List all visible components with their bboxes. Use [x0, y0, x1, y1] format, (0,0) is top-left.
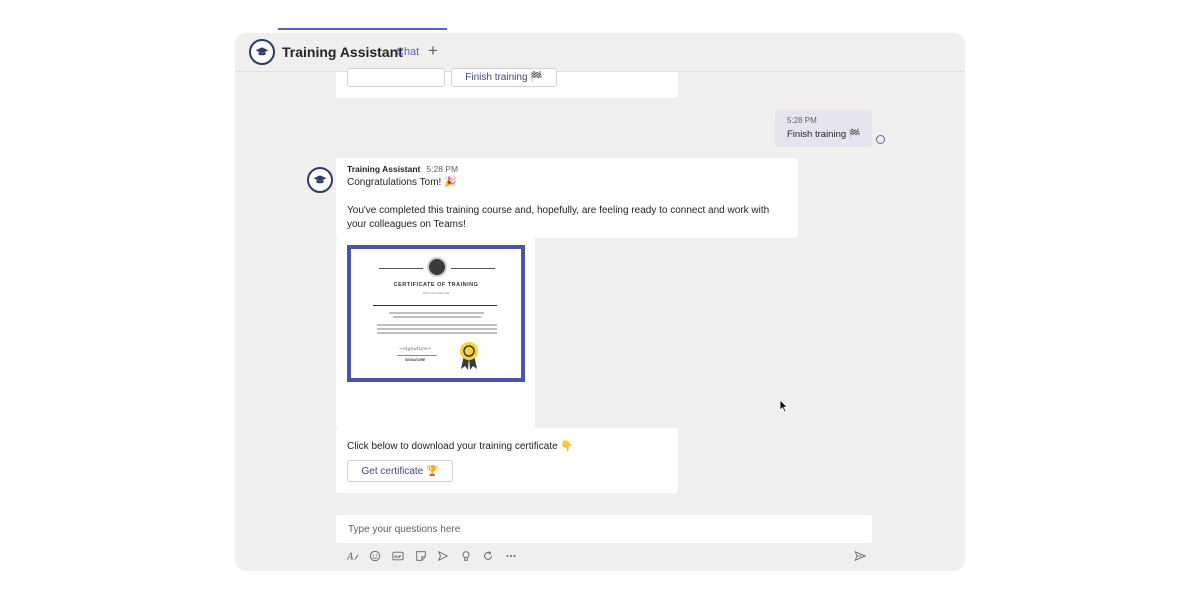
sender-name: Training Assistant: [347, 164, 421, 174]
cert-emblem-icon: [427, 257, 447, 277]
app-title: Training Assistant: [282, 44, 403, 60]
bot-avatar[interactable]: [249, 39, 275, 65]
bot-message-meta: Training Assistant 5:28 PM: [347, 164, 458, 174]
download-text: Click below to download your training ce…: [347, 441, 573, 452]
signature-label: SIGNATURE: [405, 358, 426, 362]
top-accent-bar: [278, 28, 447, 30]
certificate-image[interactable]: CERTIFICATE OF TRAINING This is to certi…: [347, 245, 525, 382]
cert-rule-right: [451, 268, 495, 269]
self-message-time: 5:28 PM: [787, 116, 817, 125]
self-message-text: Finish training 🏁: [787, 129, 861, 140]
get-certificate-button[interactable]: Get certificate 🏆: [347, 460, 453, 482]
cert-text-line: [389, 312, 484, 314]
mouse-cursor-icon: [779, 399, 789, 413]
meet-icon[interactable]: [436, 549, 450, 563]
chat-header: Training Assistant Chat +: [235, 33, 965, 72]
previous-card-button[interactable]: [347, 68, 445, 87]
message-time: 5:28 PM: [426, 164, 459, 174]
format-icon[interactable]: A: [346, 549, 360, 563]
sticker-icon[interactable]: [414, 549, 428, 563]
compose-placeholder: Type your questions here: [348, 524, 461, 535]
certificate-title: CERTIFICATE OF TRAINING: [393, 282, 479, 288]
award-ribbon-icon: [460, 342, 478, 370]
svg-text:A: A: [347, 551, 354, 562]
add-tab-button[interactable]: +: [428, 41, 438, 61]
teams-chat-window: Training Assistant Chat + Finish trainin…: [235, 33, 965, 571]
greeting-text: Congratulations Tom! 🎉: [347, 177, 457, 188]
cert-text-line: [377, 324, 497, 326]
cert-text-line: [377, 328, 497, 330]
self-message-bubble[interactable]: 5:28 PM Finish training 🏁: [775, 110, 872, 147]
signature-mark: ~signature~: [399, 346, 432, 352]
svg-text:GIF: GIF: [394, 554, 402, 559]
emoji-icon[interactable]: [368, 549, 382, 563]
cert-rule-left: [379, 268, 423, 269]
signature-line: [397, 355, 437, 356]
praise-icon[interactable]: [459, 549, 473, 563]
tab-chat[interactable]: Chat: [396, 46, 419, 58]
cert-name-line: [373, 305, 497, 306]
cert-text-line: [393, 316, 481, 318]
bot-message-avatar[interactable]: [307, 167, 333, 193]
body-line-1: You've completed this training course an…: [347, 205, 770, 216]
previous-card: Finish training 🏁: [336, 68, 678, 98]
read-receipt-icon: [876, 135, 885, 144]
certificate-subtitle: This is to certify that: [422, 291, 450, 295]
cert-text-line: [377, 332, 497, 334]
body-line-2: your colleagues on Teams!: [347, 219, 466, 230]
loop-icon[interactable]: [481, 549, 495, 563]
compose-box[interactable]: Type your questions here: [336, 515, 872, 545]
more-icon[interactable]: [504, 549, 518, 563]
graduation-cap-icon: [255, 47, 269, 56]
finish-training-button[interactable]: Finish training 🏁: [451, 68, 557, 87]
send-icon[interactable]: [853, 549, 867, 563]
gif-icon[interactable]: GIF: [391, 549, 405, 563]
graduation-cap-icon: [313, 175, 327, 184]
